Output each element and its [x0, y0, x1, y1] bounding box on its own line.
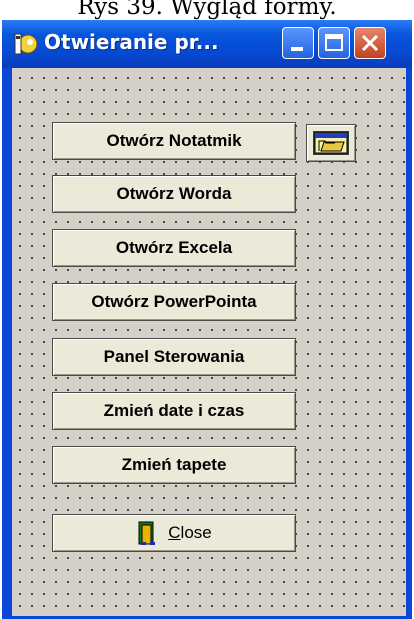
maximize-icon [325, 34, 343, 51]
close-button-label: Close [168, 523, 212, 542]
open-dialog-button[interactable] [306, 124, 356, 162]
form-canvas: Otwórz Notatmik Otwórz Worda Otwórz Exce… [8, 68, 406, 616]
minimize-button[interactable] [282, 27, 314, 59]
open-folder-icon [313, 131, 349, 155]
open-powerpoint-button[interactable]: Otwórz PowerPointa [52, 283, 296, 321]
title-bar[interactable]: Otwieranie pr... [2, 20, 412, 68]
close-button[interactable]: Close [52, 514, 296, 552]
control-panel-button[interactable]: Panel Sterowania [52, 338, 296, 376]
exit-door-icon [138, 521, 156, 545]
maximize-button[interactable] [318, 27, 350, 59]
open-word-button[interactable]: Otwórz Worda [52, 175, 296, 213]
minimize-icon [291, 47, 303, 51]
change-date-time-button[interactable]: Zmień date i czas [52, 392, 296, 430]
window-left-border [8, 68, 12, 619]
change-wallpaper-button[interactable]: Zmień tapete [52, 446, 296, 484]
app-window: Otwieranie pr... Otwórz Notatmik Otwórz … [2, 20, 412, 619]
window-title: Otwieranie pr... [44, 30, 219, 54]
close-window-button[interactable] [354, 27, 386, 59]
figure-caption: Rys 39. Wygląd formy. [77, 0, 337, 20]
close-icon [361, 34, 379, 52]
open-excel-button[interactable]: Otwórz Excela [52, 229, 296, 267]
open-notepad-button[interactable]: Otwórz Notatmik [52, 122, 296, 160]
delphi-app-icon [12, 30, 40, 58]
